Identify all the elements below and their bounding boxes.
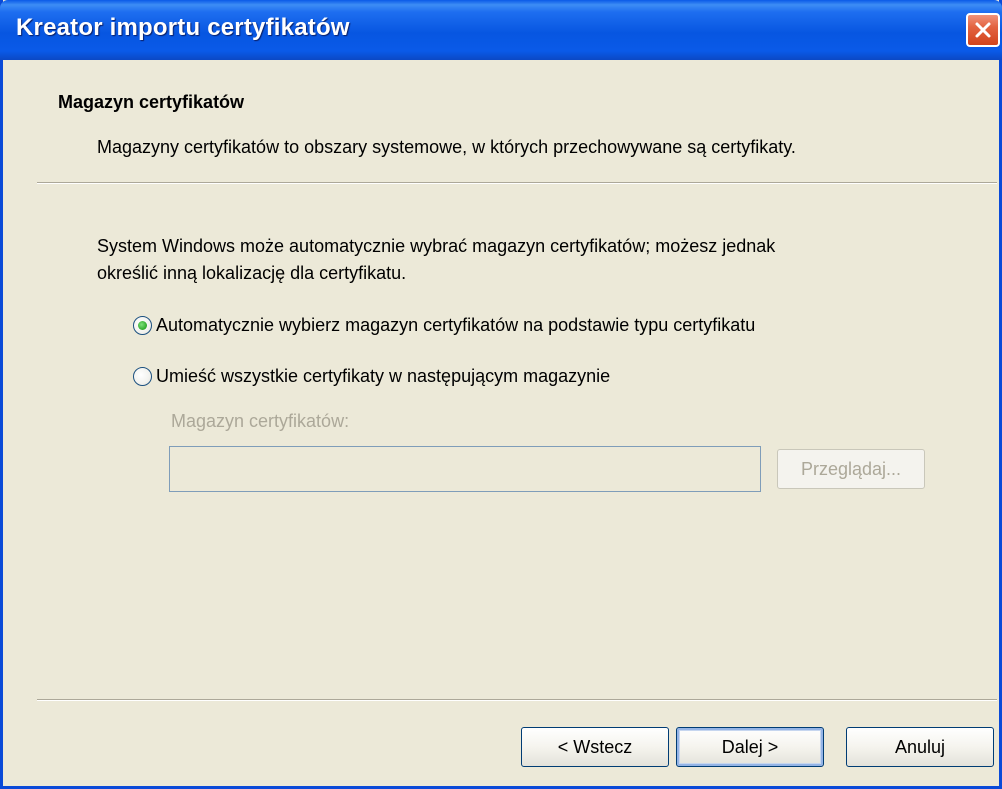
next-button[interactable]: Dalej > <box>676 727 824 767</box>
page-description: Magazyny certyfikatów to obszary systemo… <box>97 137 796 157</box>
intro-line-2: określić inną lokalizację dla certyfikat… <box>97 263 407 283</box>
page-title: Magazyn certyfikatów <box>58 92 245 112</box>
back-button[interactable]: < Wstecz <box>521 727 669 767</box>
import-wizard-window: Kreator importu certyfikatów Magazyn cer… <box>0 0 1002 789</box>
option-manual-store[interactable]: Umieść wszystkie certyfikaty w następują… <box>133 364 610 388</box>
cancel-button[interactable]: Anuluj <box>846 727 994 767</box>
option-auto-store-label: Automatycznie wybierz magazyn certyfikat… <box>156 314 756 335</box>
radio-auto-store[interactable] <box>133 315 152 335</box>
footer-divider <box>37 699 997 701</box>
intro-text: System Windows może automatycznie wybrać… <box>97 233 947 287</box>
store-label: Magazyn certyfikatów: <box>171 411 350 431</box>
header-divider <box>37 182 997 184</box>
radio-manual-store[interactable] <box>133 366 152 386</box>
title-bar[interactable]: Kreator importu certyfikatów <box>0 0 1002 60</box>
store-input[interactable] <box>169 446 761 492</box>
wizard-header: Magazyn certyfikatów Magazyny certyfikat… <box>3 60 999 183</box>
close-button[interactable] <box>966 13 1000 47</box>
option-manual-store-label: Umieść wszystkie certyfikaty w następują… <box>156 365 611 386</box>
window-title: Kreator importu certyfikatów <box>16 14 350 41</box>
browse-button[interactable]: Przeglądaj... <box>777 449 925 489</box>
intro-line-1: System Windows może automatycznie wybrać… <box>97 236 776 256</box>
option-auto-store[interactable]: Automatycznie wybierz magazyn certyfikat… <box>133 313 755 337</box>
close-icon <box>975 22 991 38</box>
